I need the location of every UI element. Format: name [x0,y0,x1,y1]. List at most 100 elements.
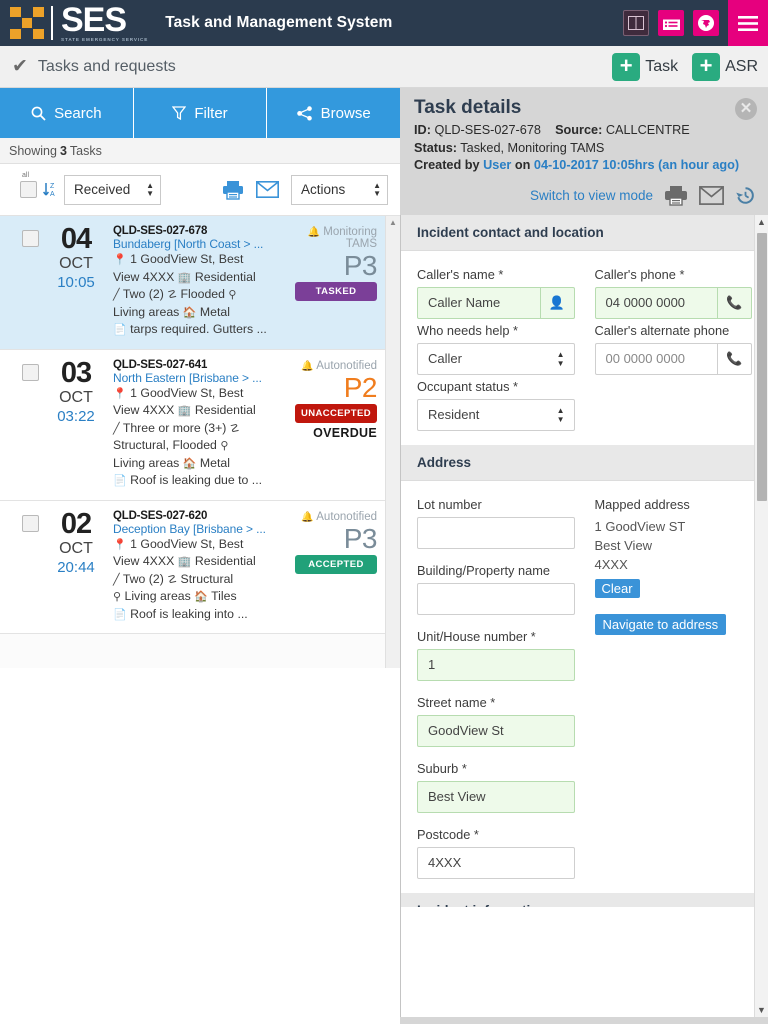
tab-search[interactable]: Search [0,88,134,138]
occupant-status-select[interactable]: Resident ▲ ▼ [417,398,575,431]
task-region-link[interactable]: Deception Bay [Brisbane > ... [113,522,277,536]
task-month: OCT [59,388,93,406]
area-icon: ⚲ [220,440,229,452]
storey-icon: ╱ [113,289,120,301]
task-region-link[interactable]: Bundaberg [North Coast > ... [113,237,277,251]
select-all-checkbox[interactable]: all [20,172,37,198]
split-pane-icon[interactable] [623,10,649,36]
task-notify-label: Autonotified [316,510,377,523]
tab-browse[interactable]: Browse [267,88,401,138]
switch-view-mode-link[interactable]: Switch to view mode [530,188,653,203]
actions-select[interactable]: Actions ▲ ▼ [291,174,388,205]
task-status-group: 🔔 Autonotified P2 UNACCEPTED OVERDUE [277,358,378,490]
task-note-line: 📄 tarps required. Gutters ... [113,321,277,339]
task-id: QLD-SES-027-620 [113,509,208,522]
share-icon [296,105,312,120]
showing-count-bar: Showing 3 Tasks [0,138,400,164]
list-view-icon[interactable] [658,10,684,36]
building-name-field[interactable] [417,582,575,615]
task-priority: P3 [343,522,378,554]
scrollbar-thumb[interactable] [757,232,767,501]
task-notify-label: Autonotified [316,359,377,372]
street-name-field[interactable]: GoodView St [417,714,575,747]
task-row[interactable]: 02 OCT 20:44 QLD-SES-027-620 Deception B… [0,500,385,634]
task-day: 04 [60,223,92,255]
sort-za-icon[interactable]: ZA [42,181,57,198]
tab-filter-label: Filter [194,104,228,122]
hamburger-menu-icon[interactable] [728,0,768,46]
mapped-address-line2: Best View [594,537,653,553]
task-list-scrollbar[interactable]: ▲ [385,216,400,668]
suburb-field[interactable]: Best View [417,780,575,813]
callers-phone-field[interactable]: 04 0000 0000 📞 [594,286,752,319]
task-note-line: 📄 Roof is leaking into ... [113,606,277,624]
section-heading-contact: Incident contact and location [401,214,768,251]
task-note-line: 📄 Roof is leaking due to ... [113,472,277,490]
created-on: on [514,158,531,172]
created-user-link[interactable]: User [483,158,511,172]
sort-field-select[interactable]: Received ▲ ▼ [64,174,161,205]
task-area: Living areas [113,304,180,319]
select-all-label: all [22,172,30,179]
actions-value: Actions [301,182,346,197]
email-icon[interactable] [699,185,724,205]
add-task-button[interactable]: + [612,53,641,81]
close-icon[interactable]: ✕ [735,98,757,120]
list-tabs: Search Filter Browse [0,88,401,138]
phone-icon: 📞 [717,343,751,374]
scroll-down-arrow-icon[interactable]: ▼ [755,1005,768,1015]
email-icon[interactable] [256,181,279,198]
add-asr-button[interactable]: + [692,53,721,81]
alt-phone-value: 00 0000 0000 [605,351,686,366]
lot-number-field[interactable] [417,516,575,549]
unit-house-number-label: Unit/House number * [417,628,536,644]
task-time: 03:22 [57,407,95,425]
suburb-value: Best View [428,789,486,804]
task-details-pane: ✕ Task details ID: QLD-SES-027-678 Sourc… [400,88,768,1024]
building-icon: 🏢 [177,271,192,284]
task-list[interactable]: 04 OCT 10:05 QLD-SES-027-678 Bundaberg [… [0,216,400,668]
postcode-field[interactable]: 4XXX [417,846,575,879]
task-status-group: 🔔 Monitoring TAMS P3 TASKED [277,224,378,339]
globe-icon[interactable] [693,10,719,36]
task-checkbox[interactable] [22,514,39,532]
who-needs-help-value: Caller [428,351,462,366]
postcode-label: Postcode * [417,826,479,842]
roof-icon: 🏠 [194,591,208,603]
task-row[interactable]: 03 OCT 03:22 QLD-SES-027-641 North Easte… [0,349,385,501]
task-damage-line: ╱ Three or more (3+) ☡ [113,420,277,438]
history-icon[interactable] [735,185,756,206]
task-row[interactable]: 04 OCT 10:05 QLD-SES-027-678 Bundaberg [… [0,216,385,350]
damage-icon: ☡ [167,289,178,301]
details-scrollbar[interactable]: ▲ ▼ [754,214,768,1017]
chevron-updown-icon: ▲ ▼ [556,349,565,368]
task-priority: P2 [343,371,378,403]
clear-address-button[interactable]: Clear [594,578,640,598]
unit-house-number-field[interactable]: 1 [417,648,575,681]
tab-filter[interactable]: Filter [133,88,268,138]
who-needs-help-select[interactable]: Caller ▲ ▼ [417,342,575,375]
task-region-link[interactable]: North Eastern [Brisbane > ... [113,371,277,385]
task-address-2: View 4XXX [113,403,175,417]
details-created-row: Created by User on 04-10-2017 10:05hrs (… [414,157,754,175]
print-icon[interactable] [664,185,688,206]
storey-icon: ╱ [113,422,120,435]
callers-phone-value: 04 0000 0000 [605,295,686,310]
task-body: QLD-SES-027-678 Bundaberg [North Coast >… [107,224,277,339]
occupant-status-value: Resident [428,407,480,422]
alt-phone-field[interactable]: 00 0000 0000 📞 [594,342,752,375]
task-checkbox[interactable] [22,363,39,381]
damage-icon: ☡ [229,422,240,435]
scroll-up-arrow-icon[interactable]: ▲ [755,215,768,227]
callers-name-field[interactable]: Caller Name 👤 [417,286,575,319]
task-damage: Structural, Flooded [113,438,217,452]
map-pin-icon: 📍 [113,538,127,551]
task-date: 04 OCT 10:05 [45,224,107,339]
navigate-to-address-button[interactable]: Navigate to address [594,613,727,635]
details-form-scroll[interactable]: Incident contact and location Caller's n… [400,214,768,1017]
print-icon[interactable] [222,180,244,200]
details-id-row: ID: QLD-SES-027-678 Source: CALLCENTRE [414,122,754,140]
task-checkbox[interactable] [22,230,39,247]
scroll-up-arrow-icon[interactable]: ▲ [386,216,400,227]
task-details-header: ✕ Task details ID: QLD-SES-027-678 Sourc… [400,88,768,181]
